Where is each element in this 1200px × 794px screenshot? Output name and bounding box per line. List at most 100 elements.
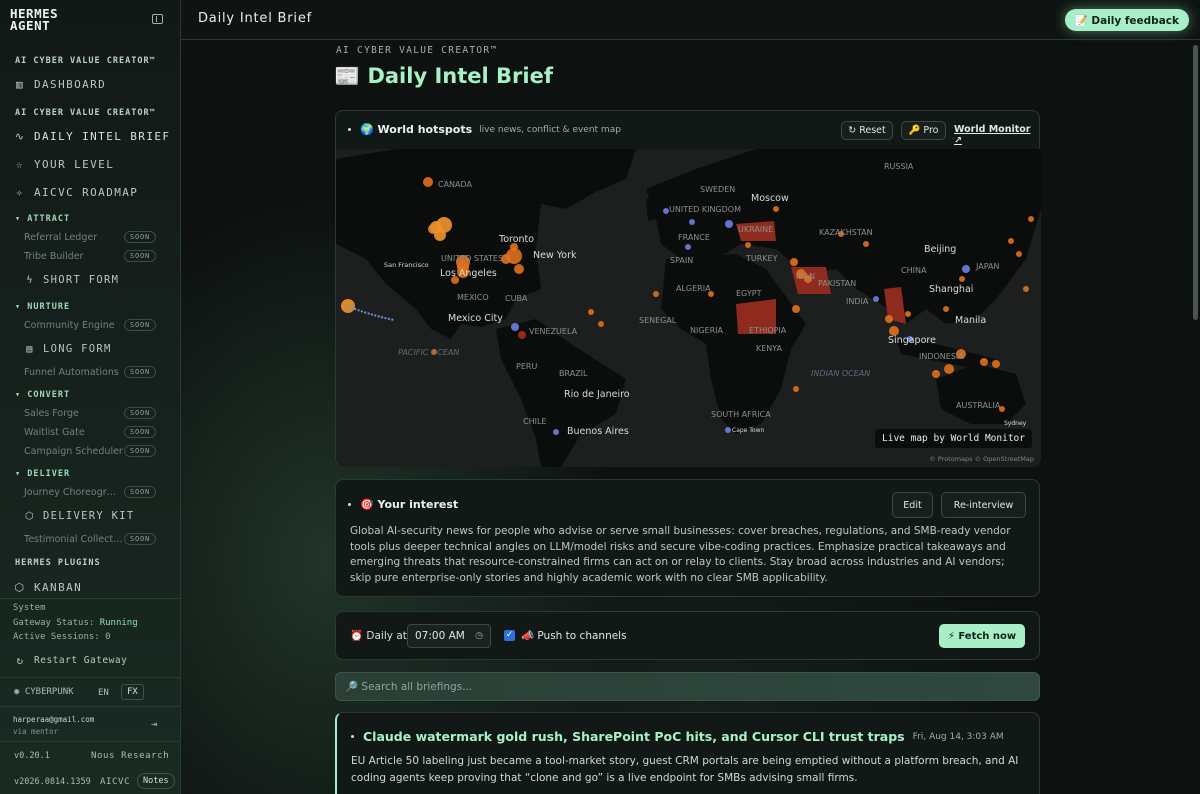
hotspot-marker[interactable] bbox=[980, 358, 988, 366]
map-label-sydney: Sydney bbox=[1004, 420, 1027, 427]
group-convert[interactable]: ▾ CONVERT bbox=[15, 390, 70, 400]
sidebar-item-dashboard[interactable]: ▥ DASHBOARD bbox=[14, 74, 106, 94]
briefing-card[interactable]: Claude watermark gold rush, SharePoint P… bbox=[335, 712, 1040, 794]
map-label-kenya: KENYA bbox=[756, 344, 783, 353]
reinterview-button[interactable]: Re-interview bbox=[941, 492, 1026, 518]
hotspot-marker[interactable] bbox=[598, 321, 604, 327]
version-label: v0.20.1 bbox=[14, 751, 50, 761]
fetch-now-button[interactable]: ⚡ Fetch now bbox=[939, 624, 1025, 648]
hotspot-marker[interactable] bbox=[423, 177, 433, 187]
daily-at-label: ⏰ Daily at bbox=[350, 630, 407, 642]
hotspot-marker[interactable] bbox=[1016, 251, 1022, 257]
collapse-sidebar-icon[interactable] bbox=[152, 14, 163, 24]
sidebar-item-long-form[interactable]: ▤ LONG FORM bbox=[24, 339, 112, 359]
bullet-icon bbox=[351, 735, 354, 738]
pro-button[interactable]: 🔑 Pro bbox=[901, 121, 946, 140]
hotspot-marker[interactable] bbox=[653, 291, 659, 297]
hotspot-marker[interactable] bbox=[992, 360, 1000, 368]
map-label-capetown: Cape Town bbox=[732, 427, 764, 434]
time-input[interactable]: 07:00 AM ◷ bbox=[407, 624, 491, 648]
group-nurture[interactable]: ▾ NURTURE bbox=[15, 302, 70, 312]
hotspot-marker[interactable] bbox=[685, 244, 691, 250]
sidebar-item-label: YOUR LEVEL bbox=[34, 157, 115, 171]
hotspot-marker[interactable] bbox=[434, 229, 446, 241]
hotspot-marker[interactable] bbox=[885, 315, 893, 323]
sidebar-item-community-engine[interactable]: Community Engine SOON bbox=[24, 317, 156, 333]
world-monitor-link[interactable]: World Monitor ↗ bbox=[954, 124, 1039, 146]
restart-gateway-button[interactable]: ↻ Restart Gateway bbox=[14, 650, 127, 670]
soon-badge: SOON bbox=[123, 250, 156, 262]
sidebar-item-tribe-builder[interactable]: Tribe Builder SOON bbox=[24, 248, 156, 264]
daily-feedback-button[interactable]: 📝 Daily feedback bbox=[1064, 9, 1189, 31]
hotspot-marker[interactable] bbox=[943, 306, 949, 312]
hotspot-marker[interactable] bbox=[773, 206, 779, 212]
hotspot-marker[interactable] bbox=[1008, 238, 1014, 244]
hotspot-marker[interactable] bbox=[863, 241, 869, 247]
divider bbox=[0, 706, 181, 707]
lang-en-button[interactable]: EN bbox=[98, 688, 109, 698]
clock-icon[interactable]: ◷ bbox=[475, 631, 483, 641]
group-deliver[interactable]: ▾ DELIVER bbox=[15, 469, 70, 479]
refresh-icon: ↻ bbox=[16, 653, 24, 667]
search-briefings-input[interactable]: 🔎 Search all briefings... bbox=[335, 672, 1040, 701]
hotspot-marker[interactable] bbox=[1023, 286, 1029, 292]
sidebar-item-label: KANBAN bbox=[34, 580, 83, 594]
sidebar-item-your-level[interactable]: ☆ YOUR LEVEL bbox=[14, 154, 114, 174]
hotspot-marker[interactable] bbox=[745, 242, 751, 248]
push-channels-label[interactable]: 📣 Push to channels bbox=[521, 629, 627, 642]
sidebar-item-daily-intel-brief[interactable]: ∿ DAILY INTEL BRIEF bbox=[14, 126, 170, 146]
hotspot-marker[interactable] bbox=[962, 265, 970, 273]
map-label-peru: PERU bbox=[516, 362, 537, 371]
soon-badge: SOON bbox=[123, 366, 156, 378]
hotspot-marker[interactable] bbox=[725, 427, 731, 433]
hotspot-marker[interactable] bbox=[873, 296, 879, 302]
hotspot-marker[interactable] bbox=[792, 305, 800, 313]
hotspot-marker[interactable] bbox=[793, 386, 799, 392]
map-label-mexico: MEXICO bbox=[457, 293, 489, 302]
sidebar-item-roadmap[interactable]: ✧ AICVC ROADMAP bbox=[14, 182, 138, 202]
hurricane-track bbox=[347, 305, 395, 321]
edit-interest-button[interactable]: Edit bbox=[892, 492, 933, 518]
hotspot-marker[interactable] bbox=[689, 219, 695, 225]
hotspot-marker[interactable] bbox=[514, 264, 524, 274]
reset-map-button[interactable]: ↻ Reset bbox=[841, 121, 893, 140]
section-label: HERMES PLUGINS bbox=[15, 558, 101, 568]
hotspot-marker[interactable] bbox=[959, 276, 965, 282]
world-map[interactable]: RUSSIA CANADA SWEDEN Moscow UNITED KINGD… bbox=[336, 149, 1041, 467]
sidebar-item-funnel-automations[interactable]: Funnel Automations SOON bbox=[24, 364, 156, 380]
sidebar-item-kanban[interactable]: ⬡ KANBAN bbox=[14, 577, 82, 597]
hotspot-marker[interactable] bbox=[588, 309, 594, 315]
lang-fx-button[interactable]: FX bbox=[121, 684, 144, 700]
sidebar-item-waitlist-gate[interactable]: Waitlist Gate SOON bbox=[24, 424, 156, 440]
hotspots-subtitle: live news, conflict & event map bbox=[479, 124, 621, 135]
logout-icon[interactable]: ⇥ bbox=[151, 719, 157, 730]
sidebar-item-delivery-kit[interactable]: ⬡ DELIVERY KIT bbox=[24, 506, 134, 526]
sidebar-item-journey-choreographer[interactable]: Journey Choreogr… SOON bbox=[24, 484, 156, 500]
sidebar-item-testimonial-collector[interactable]: Testimonial Collect… SOON bbox=[24, 531, 156, 547]
push-channels-checkbox[interactable]: ✓ bbox=[504, 630, 515, 641]
hotspot-marker[interactable] bbox=[790, 258, 798, 266]
brand-logo[interactable]: HERMES AGENT bbox=[10, 7, 58, 32]
group-attract[interactable]: ▾ ATTRACT bbox=[15, 214, 70, 224]
hotspot-marker[interactable] bbox=[725, 220, 733, 228]
sidebar-item-referral-ledger[interactable]: Referral Ledger SOON bbox=[24, 229, 156, 245]
world-map-svg[interactable]: RUSSIA CANADA SWEDEN Moscow UNITED KINGD… bbox=[336, 149, 1041, 467]
soon-badge: SOON bbox=[123, 445, 156, 457]
hotspot-marker[interactable] bbox=[905, 311, 911, 317]
sidebar-item-sales-forge[interactable]: Sales Forge SOON bbox=[24, 405, 156, 421]
hotspot-marker[interactable] bbox=[944, 364, 954, 374]
theme-switcher[interactable]: ◉ CYBERPUNK bbox=[14, 687, 74, 697]
sidebar-item-campaign-scheduler[interactable]: Campaign Scheduler SOON bbox=[24, 443, 156, 459]
hotspot-marker[interactable] bbox=[518, 331, 526, 339]
hotspot-marker[interactable] bbox=[511, 323, 519, 331]
hotspot-marker[interactable] bbox=[1028, 216, 1034, 222]
page-scrollbar[interactable] bbox=[1193, 45, 1198, 320]
briefing-title[interactable]: Claude watermark gold rush, SharePoint P… bbox=[363, 729, 905, 744]
map-label-chile: CHILE bbox=[523, 417, 546, 426]
map-attribution-badge[interactable]: Live map by World Monitor bbox=[875, 429, 1032, 448]
hotspot-marker[interactable] bbox=[553, 429, 559, 435]
sidebar-item-short-form[interactable]: ϟ SHORT FORM bbox=[24, 270, 119, 290]
notes-button[interactable]: Notes bbox=[137, 773, 175, 789]
hotspot-marker[interactable] bbox=[932, 370, 940, 378]
sidebar-item-label: Tribe Builder bbox=[24, 250, 84, 262]
